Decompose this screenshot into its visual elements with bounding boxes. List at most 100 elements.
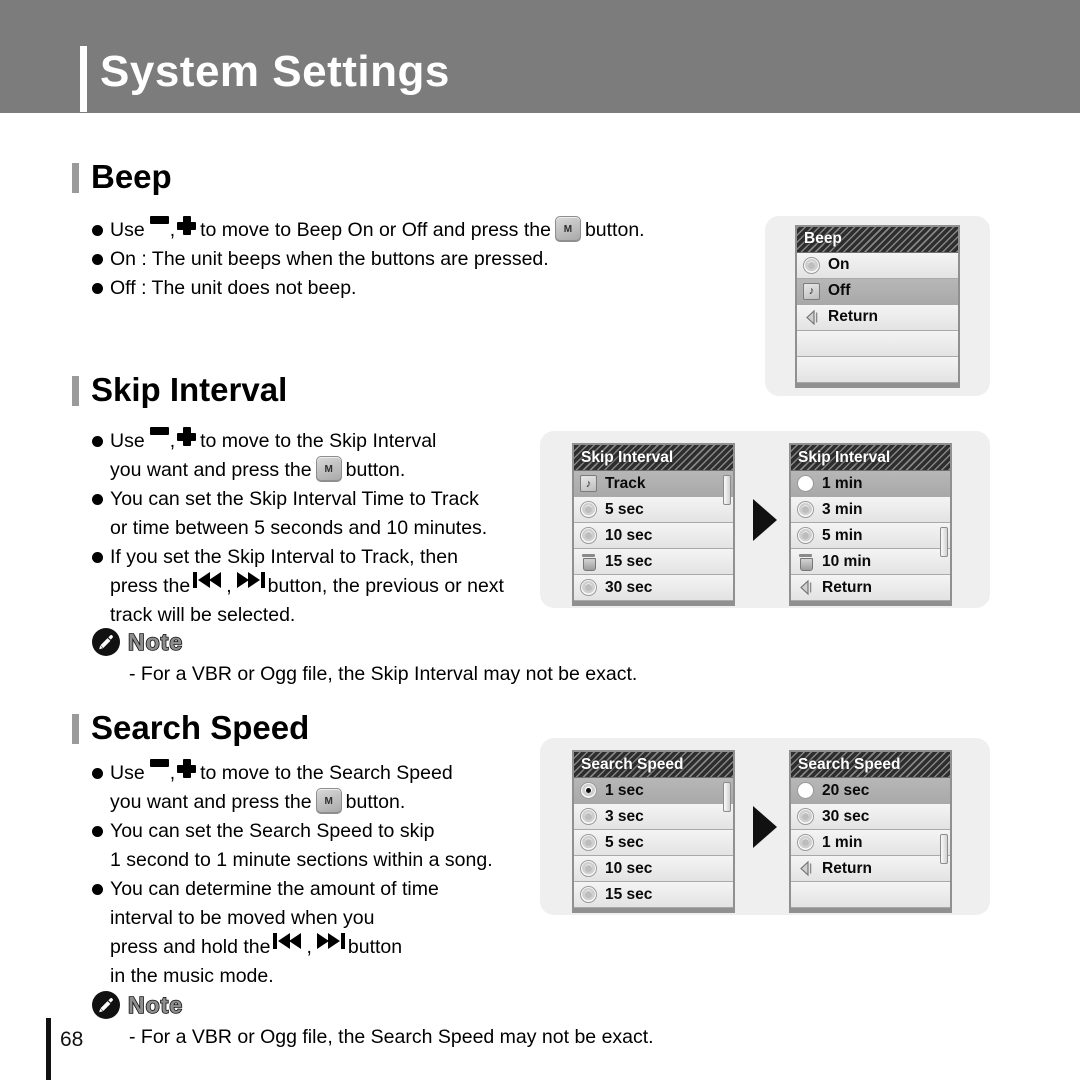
radio-icon (580, 527, 597, 544)
section-heading-skip-interval: Skip Interval (72, 373, 287, 406)
text-fragment: you want and press the (110, 791, 312, 813)
next-track-icon (235, 572, 265, 588)
radio-icon (803, 256, 820, 274)
empty-icon (797, 886, 814, 903)
lcd-skip-interval-page2: Skip Interval 1 min 3 min 5 min 10 min Retur… (789, 443, 952, 606)
lcd-menu-item[interactable]: 15 sec (574, 549, 733, 575)
empty-icon (803, 335, 820, 352)
lcd-search-speed-page2: Search Speed 20 sec 30 sec 1 min Return (789, 750, 952, 913)
previous-track-icon (193, 572, 223, 588)
note-body-text: - For a VBR or Ogg file, the Search Spee… (129, 1026, 654, 1048)
trash-icon (580, 553, 597, 571)
lcd-scrollbar[interactable] (723, 782, 731, 812)
lcd-menu-item[interactable]: 10 sec (574, 856, 733, 882)
lcd-menu-item-label: 1 min (822, 474, 863, 492)
list-item: Use , to move to the Skip Interval (92, 427, 504, 456)
lcd-menu-item[interactable]: On (797, 252, 958, 279)
device-screenshot-beep: Beep On ♪ Off Return (765, 216, 990, 396)
text-fragment: to move to Beep On or Off and press the (200, 219, 551, 241)
lcd-menu-item[interactable]: ♪ Track (574, 471, 733, 497)
lcd-menu-item[interactable]: 30 sec (574, 575, 733, 601)
bullet-icon (92, 494, 103, 505)
bullet-icon (92, 254, 103, 265)
lcd-title-text: Beep (804, 230, 842, 247)
lcd-menu-item[interactable]: 1 min (791, 471, 950, 497)
bullet-icon (92, 768, 103, 779)
lcd-menu-item-label: Off (828, 282, 851, 299)
text-fragment: On : The unit beeps when the buttons are… (110, 248, 549, 270)
m-button-icon: M (554, 216, 581, 242)
lcd-menu-item-label: Return (822, 578, 872, 596)
radio-icon (797, 834, 814, 851)
lcd-menu-item[interactable]: 5 sec (574, 830, 733, 856)
lcd-menu-item-label: 15 sec (605, 885, 653, 903)
plus-button-icon (177, 759, 197, 778)
list-item-continuation: you want and press the M button. (92, 456, 504, 485)
lcd-scrollbar[interactable] (723, 475, 731, 505)
list-item-continuation: you want and press the M button. (92, 788, 493, 817)
heading-accent-bar (72, 376, 79, 406)
lcd-menu-item[interactable]: Return (797, 304, 958, 331)
text-fragment: button. (345, 459, 406, 481)
text-fragment: interval to be moved when you (110, 907, 375, 929)
lcd-menu-item (797, 356, 958, 383)
return-icon (803, 309, 820, 326)
lcd-menu-item[interactable]: 15 sec (574, 882, 733, 908)
list-item-continuation: press and hold the , button (92, 933, 493, 962)
lcd-menu-item-label: 30 sec (605, 578, 653, 596)
text-fragment: You can set the Search Speed to skip (110, 820, 435, 842)
radio-icon (580, 860, 597, 877)
lcd-menu-item-label: 3 min (822, 500, 863, 518)
lcd-menu-item[interactable]: Return (791, 575, 950, 601)
lcd-skip-interval-page1: Skip Interval ♪ Track 5 sec 10 sec 15 sec 30 … (572, 443, 735, 606)
list-item-continuation: in the music mode. (92, 962, 493, 991)
lcd-menu-item[interactable]: 5 sec (574, 497, 733, 523)
footer-accent-bar (46, 1018, 51, 1080)
list-item-continuation: or time between 5 seconds and 10 minutes… (92, 514, 504, 543)
bullet-icon (92, 436, 103, 447)
text-fragment: You can set the Skip Interval Time to Tr… (110, 488, 479, 510)
bullet-icon (92, 283, 103, 294)
lcd-menu-item-label: 10 sec (605, 859, 653, 877)
lcd-menu-item[interactable]: 3 sec (574, 804, 733, 830)
lcd-menu-item[interactable]: 1 sec (574, 778, 733, 804)
note-body-text: - For a VBR or Ogg file, the Skip Interv… (129, 663, 638, 685)
lcd-row-list: On ♪ Off Return (797, 252, 958, 383)
lcd-menu-item-label: 15 sec (605, 552, 653, 570)
list-item-continuation: track will be selected. (92, 601, 504, 630)
previous-track-icon (273, 933, 303, 949)
text-fragment: button. (345, 791, 406, 813)
text-fragment: Use (110, 762, 145, 784)
lcd-menu-item[interactable]: 3 min (791, 497, 950, 523)
radio-icon (580, 808, 597, 825)
lcd-menu-item-label: 5 sec (605, 833, 644, 851)
search-speed-body-text: Use , to move to the Search Speed you wa… (92, 759, 493, 991)
note-search-speed: Note - For a VBR or Ogg file, the Search… (92, 991, 654, 1049)
lcd-menu-item[interactable]: 10 sec (574, 523, 733, 549)
header-accent-bar (80, 46, 87, 112)
m-button-icon: M (315, 456, 342, 482)
music-note-icon: ♪ (803, 282, 820, 300)
lcd-menu-item[interactable]: 1 min (791, 830, 950, 856)
lcd-menu-item[interactable]: ♪ Off (797, 278, 958, 305)
flow-arrow-icon (753, 499, 777, 541)
lcd-menu-item[interactable]: 10 min (791, 549, 950, 575)
lcd-scrollbar[interactable] (940, 834, 948, 864)
list-item: If you set the Skip Interval to Track, t… (92, 543, 504, 572)
lcd-menu-item[interactable]: 5 min (791, 523, 950, 549)
note-label: Note (127, 991, 184, 1018)
radio-selected-icon (580, 782, 597, 799)
lcd-scrollbar[interactable] (940, 527, 948, 557)
lcd-menu-item[interactable]: 20 sec (791, 778, 950, 804)
lcd-menu-item-label: Return (822, 859, 872, 877)
radio-icon (580, 834, 597, 851)
minus-button-icon (149, 216, 169, 224)
next-track-icon (315, 933, 345, 949)
lcd-menu-item-label: 1 sec (605, 781, 644, 799)
bullet-icon (92, 552, 103, 563)
lcd-menu-item[interactable]: Return (791, 856, 950, 882)
note-header: Note (92, 991, 654, 1019)
text-fragment: you want and press the (110, 459, 312, 481)
lcd-menu-item[interactable]: 30 sec (791, 804, 950, 830)
lcd-menu-item-label: 20 sec (822, 781, 870, 799)
